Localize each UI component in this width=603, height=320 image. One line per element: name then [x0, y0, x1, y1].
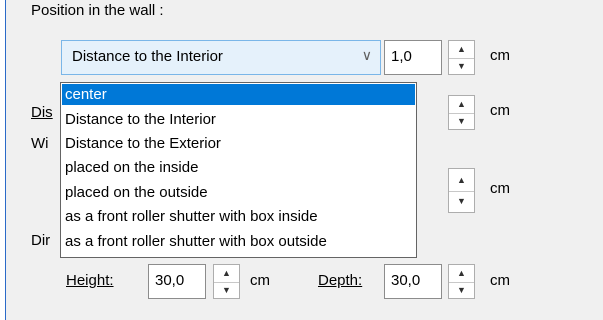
dialog-left-edge	[0, 0, 6, 320]
dropdown-option[interactable]: center	[62, 84, 415, 105]
distance-spinner[interactable]: ▲ ▼	[448, 95, 475, 130]
distance-label-partial: Dis	[31, 104, 53, 121]
unit-label: cm	[490, 272, 510, 289]
height-input[interactable]: 30,0	[148, 264, 206, 299]
dimension-label-partial: Dir	[31, 232, 51, 249]
spin-down-icon[interactable]: ▼	[449, 113, 474, 130]
spin-up-icon[interactable]: ▲	[449, 41, 474, 59]
position-distance-value: 1,0	[391, 48, 412, 65]
width-label-partial: Wi	[31, 135, 49, 152]
dropdown-option[interactable]: as a front roller shutter with box insid…	[62, 206, 415, 227]
position-in-wall-label: Position in the wall :	[31, 2, 164, 19]
spin-down-icon[interactable]: ▼	[449, 282, 474, 299]
spin-down-icon[interactable]: ▼	[214, 282, 239, 299]
unit-label: cm	[250, 272, 270, 289]
unit-label: cm	[490, 47, 510, 64]
depth-input[interactable]: 30,0	[384, 264, 442, 299]
unit-label: cm	[490, 102, 510, 119]
spin-up-icon[interactable]: ▲	[449, 265, 474, 283]
position-distance-input[interactable]: 1,0	[384, 40, 442, 75]
spin-down-icon[interactable]: ▼	[449, 191, 474, 213]
dropdown-option[interactable]: Distance to the Exterior	[62, 133, 415, 154]
position-distance-spinner[interactable]: ▲ ▼	[448, 40, 475, 75]
unit-label: cm	[490, 180, 510, 197]
spin-up-icon[interactable]: ▲	[449, 169, 474, 192]
width-spinner[interactable]: ▲ ▼	[448, 168, 475, 213]
depth-value: 30,0	[391, 272, 421, 289]
dropdown-option[interactable]: as a front roller shutter with box outsi…	[62, 231, 415, 252]
position-dropdown-value: Distance to the Interior	[72, 48, 223, 65]
height-value: 30,0	[155, 272, 185, 289]
spin-up-icon[interactable]: ▲	[214, 265, 239, 283]
position-dropdown-list[interactable]: center Distance to the Interior Distance…	[60, 82, 417, 258]
depth-label: Depth:	[318, 272, 363, 289]
spin-down-icon[interactable]: ▼	[449, 58, 474, 75]
position-dropdown[interactable]: Distance to the Interior ∨	[61, 40, 381, 75]
height-spinner[interactable]: ▲ ▼	[213, 264, 240, 299]
spin-up-icon[interactable]: ▲	[449, 96, 474, 114]
height-label: Height:	[66, 272, 114, 289]
depth-spinner[interactable]: ▲ ▼	[448, 264, 475, 299]
chevron-down-icon: ∨	[361, 47, 372, 63]
dropdown-option[interactable]: placed on the outside	[62, 182, 415, 203]
dropdown-option[interactable]: Distance to the Interior	[62, 109, 415, 130]
dropdown-option[interactable]: placed on the inside	[62, 157, 415, 178]
